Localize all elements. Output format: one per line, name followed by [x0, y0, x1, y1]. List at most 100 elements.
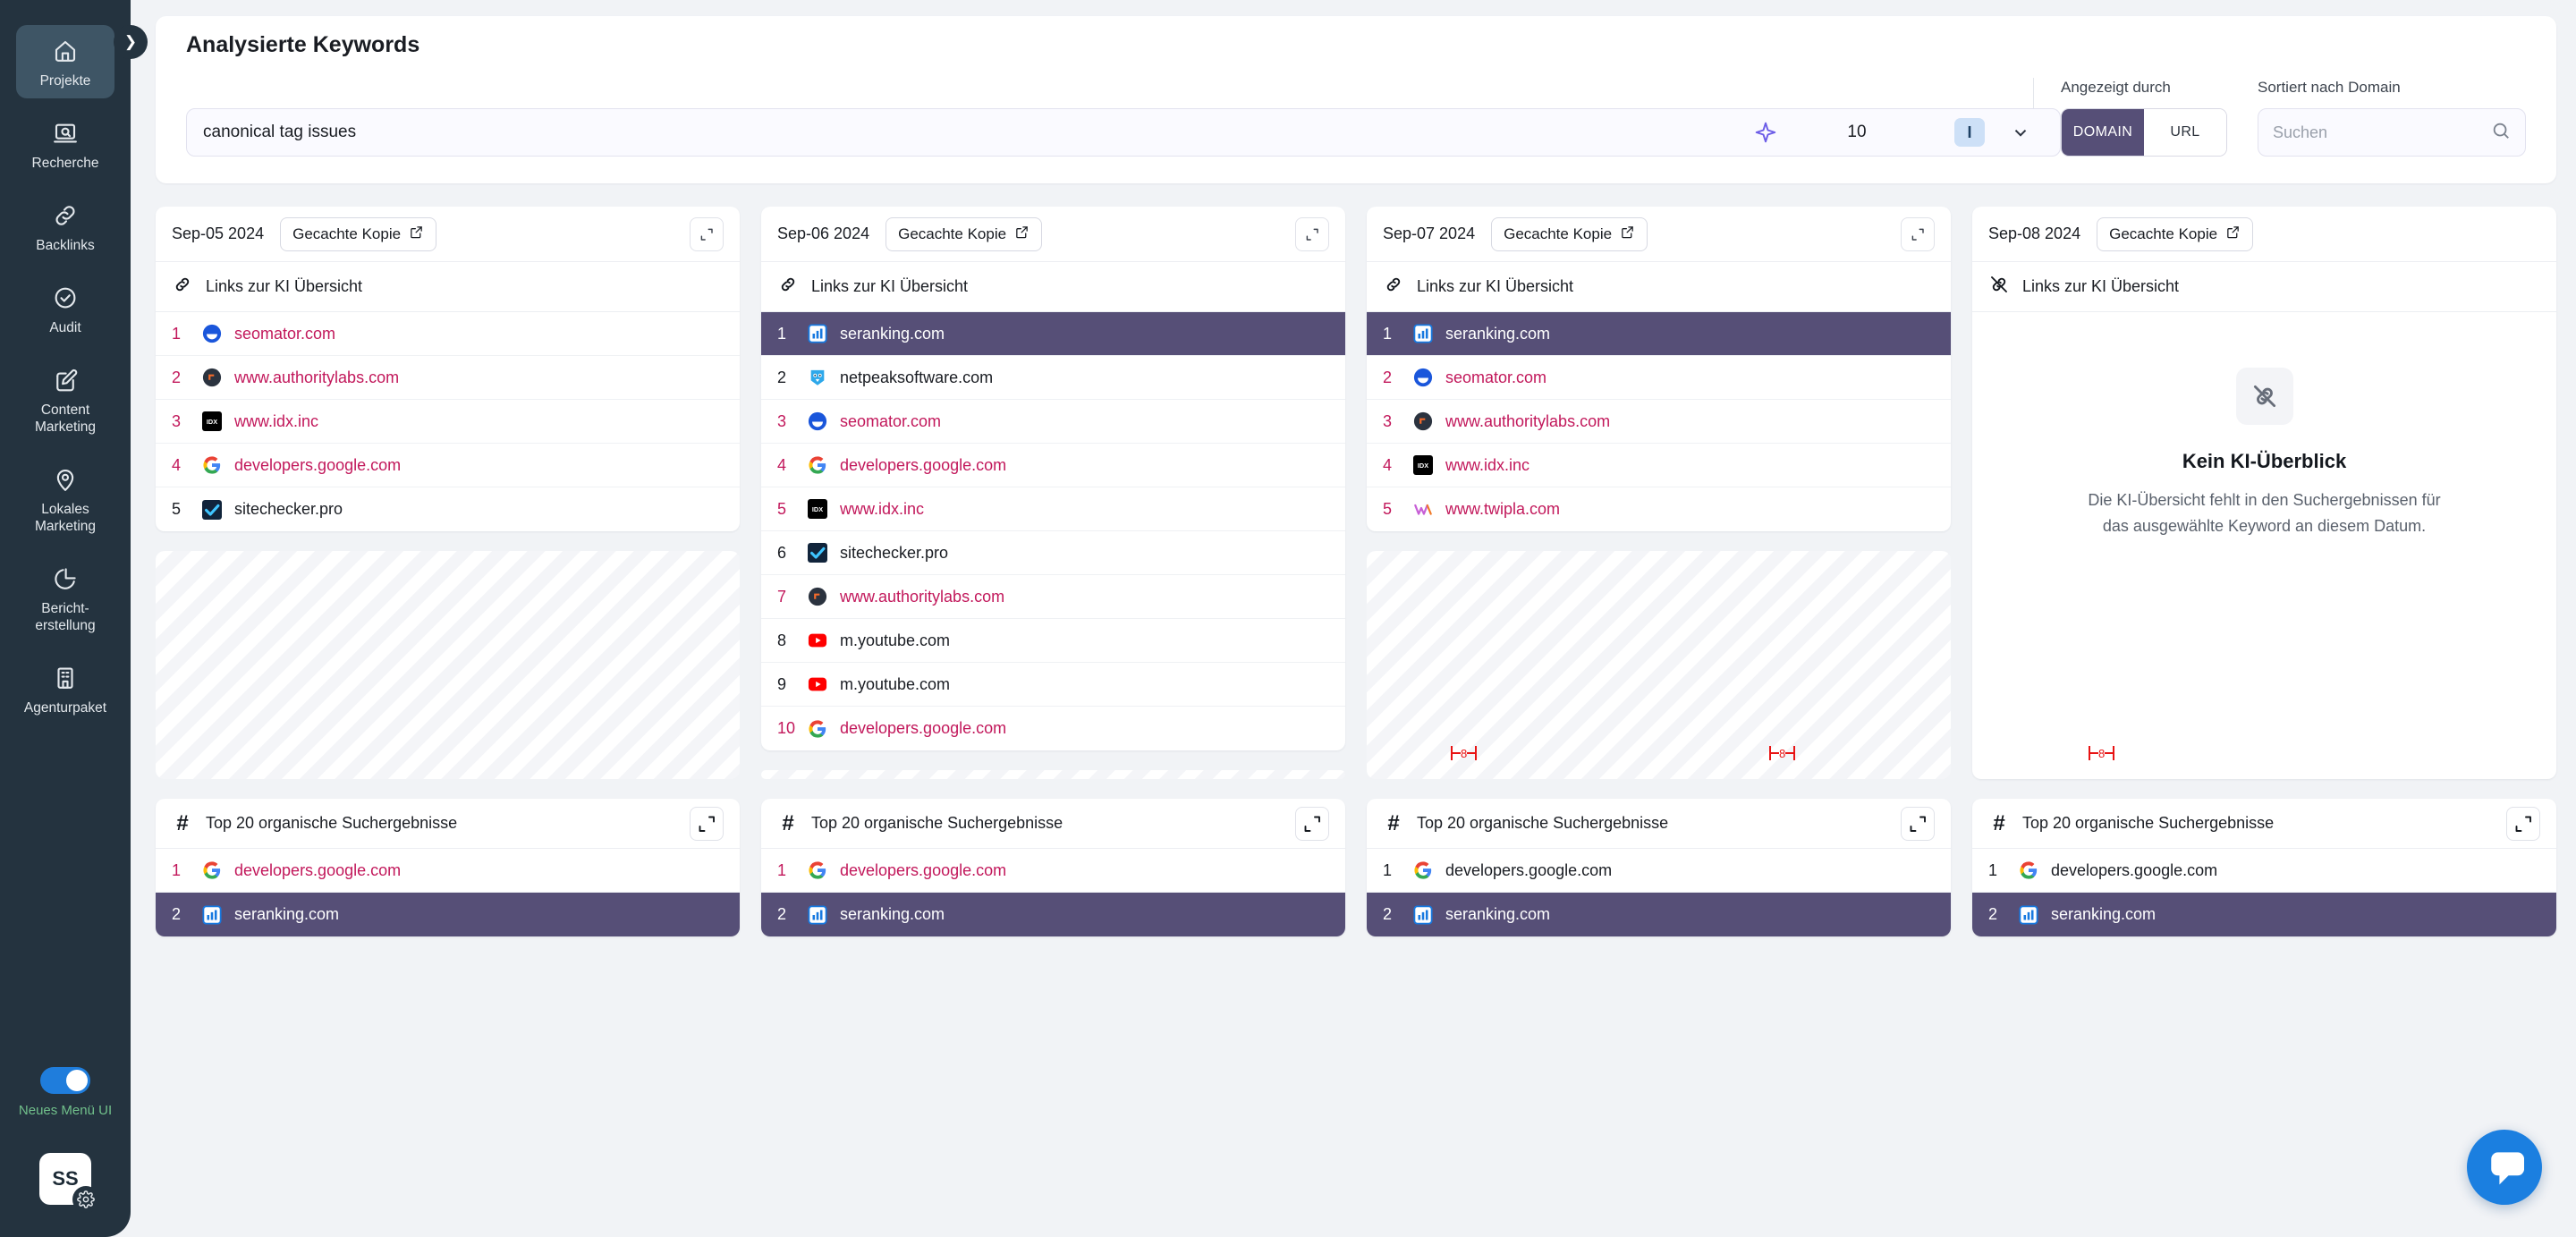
domain-link[interactable]: www.authoritylabs.com	[234, 369, 399, 387]
hash-icon: #	[176, 810, 189, 835]
table-row[interactable]: 2 seomator.com	[1367, 356, 1951, 400]
chevron-down-icon[interactable]	[1997, 123, 2044, 142]
domain-link[interactable]: www.idx.inc	[840, 500, 924, 519]
domain-link[interactable]: sitechecker.pro	[234, 500, 343, 519]
domain-search-box[interactable]	[2258, 108, 2526, 157]
sidebar-item-bericht-erstellung[interactable]: Bericht-erstellung	[16, 553, 114, 643]
expand-button[interactable]	[690, 216, 724, 251]
expand-button[interactable]	[690, 806, 724, 841]
cached-copy-button[interactable]: Gecachte Kopie	[886, 216, 1043, 251]
domain-link[interactable]: www.authoritylabs.com	[840, 588, 1004, 606]
table-row[interactable]: 1 developers.google.com	[1367, 849, 1951, 893]
domain-link[interactable]: seomator.com	[840, 412, 941, 431]
table-row[interactable]: 1 developers.google.com	[761, 849, 1345, 893]
domain-link[interactable]: seranking.com	[234, 905, 339, 924]
table-row[interactable]: 2 seranking.com	[1367, 893, 1951, 936]
segment-url[interactable]: URL	[2144, 109, 2226, 156]
domain-link[interactable]: www.twipla.com	[1445, 500, 1560, 519]
gear-icon[interactable]	[72, 1186, 99, 1213]
cached-copy-label: Gecachte Kopie	[292, 225, 402, 242]
link-icon	[777, 274, 799, 300]
domain-link[interactable]: seomator.com	[234, 325, 335, 343]
empty-state: Kein KI-Überblick Die KI-Übersicht fehlt …	[1972, 312, 2556, 779]
table-row[interactable]: 2 www.authoritylabs.com	[156, 356, 740, 400]
domain-link[interactable]: developers.google.com	[2051, 861, 2217, 880]
table-row[interactable]: 1 developers.google.com	[156, 849, 740, 893]
domain-link[interactable]: m.youtube.com	[840, 631, 950, 650]
sidebar-item-projekte[interactable]: Projekte	[16, 25, 114, 98]
domain-link[interactable]: seranking.com	[2051, 905, 2156, 924]
table-row[interactable]: 5 IDX www.idx.inc	[761, 487, 1345, 531]
expand-button[interactable]	[1295, 216, 1329, 251]
domain-link[interactable]: developers.google.com	[1445, 861, 1612, 880]
organic-section-header: # Top 20 organische Suchergebnisse	[156, 799, 740, 849]
sidebar-item-content-marketing[interactable]: Content Marketing	[16, 354, 114, 445]
table-row[interactable]: 3 www.authoritylabs.com	[1367, 400, 1951, 444]
domain-link[interactable]: seranking.com	[840, 325, 945, 343]
domain-link[interactable]: sitechecker.pro	[840, 544, 948, 563]
domain-link[interactable]: developers.google.com	[840, 861, 1006, 880]
sidebar-item-audit[interactable]: Audit	[16, 272, 114, 345]
expand-button[interactable]	[1295, 806, 1329, 841]
cached-copy-button[interactable]: Gecachte Kopie	[280, 216, 437, 251]
expand-button[interactable]	[1901, 216, 1935, 251]
table-row[interactable]: 2 seranking.com	[156, 893, 740, 936]
keyword-input[interactable]: canonical tag issues 10 I	[186, 108, 2061, 157]
cached-copy-button[interactable]: Gecachte Kopie	[1491, 216, 1648, 251]
table-row[interactable]: 4 developers.google.com	[761, 444, 1345, 487]
table-row[interactable]: 6 sitechecker.pro	[761, 531, 1345, 575]
table-row[interactable]: 5 sitechecker.pro	[156, 487, 740, 531]
table-row[interactable]: 4 developers.google.com	[156, 444, 740, 487]
link-icon	[50, 200, 80, 231]
sidebar-item-lokales-marketing[interactable]: Lokales Marketing	[16, 453, 114, 544]
domain-link[interactable]: developers.google.com	[840, 719, 1006, 738]
favicon-seranking-icon	[808, 324, 827, 343]
search-input[interactable]	[2273, 123, 2484, 142]
domain-link[interactable]: m.youtube.com	[840, 675, 950, 694]
displayed-by-segmented-control[interactable]: DOMAIN URL	[2061, 108, 2227, 157]
sparkle-icon[interactable]	[1754, 121, 1777, 144]
map-pin-icon	[50, 464, 80, 495]
domain-link[interactable]: developers.google.com	[234, 456, 401, 475]
domain-link[interactable]: www.authoritylabs.com	[1445, 412, 1610, 431]
table-row[interactable]: 7 www.authoritylabs.com	[761, 575, 1345, 619]
expand-button[interactable]	[2506, 806, 2540, 841]
segment-domain[interactable]: DOMAIN	[2062, 109, 2144, 156]
domain-link[interactable]: developers.google.com	[840, 456, 1006, 475]
table-row[interactable]: 1 seranking.com	[761, 312, 1345, 356]
link-icon	[172, 274, 193, 300]
sidebar-item-recherche[interactable]: Recherche	[16, 107, 114, 181]
table-row[interactable]: 4 IDX www.idx.inc	[1367, 444, 1951, 487]
domain-link[interactable]: netpeaksoftware.com	[840, 369, 993, 387]
new-menu-ui-toggle[interactable]	[40, 1067, 90, 1094]
table-row[interactable]: 10 developers.google.com	[761, 707, 1345, 750]
domain-link[interactable]: seranking.com	[840, 905, 945, 924]
domain-link[interactable]: www.idx.inc	[1445, 456, 1530, 475]
table-row[interactable]: 1 seomator.com	[156, 312, 740, 356]
sidebar-collapse-button[interactable]: ❯	[114, 25, 148, 59]
domain-link[interactable]: www.idx.inc	[234, 412, 318, 431]
domain-link[interactable]: seranking.com	[1445, 905, 1550, 924]
table-row[interactable]: 2 netpeaksoftware.com	[761, 356, 1345, 400]
domain-link[interactable]: seranking.com	[1445, 325, 1550, 343]
table-row[interactable]: 9 m.youtube.com	[761, 663, 1345, 707]
table-row[interactable]: 2 seranking.com	[1972, 893, 2556, 936]
table-row[interactable]: 3 seomator.com	[761, 400, 1345, 444]
keyword-column: Sep-06 2024 Gecachte Kopie Links zur KI Üb…	[761, 207, 1345, 936]
table-row[interactable]: 1 developers.google.com	[1972, 849, 2556, 893]
favicon-seranking-icon	[1413, 324, 1433, 343]
chat-bubble-button[interactable]	[2467, 1130, 2542, 1205]
search-intent-badge[interactable]: I	[1954, 118, 1985, 147]
table-row[interactable]: 2 seranking.com	[761, 893, 1345, 936]
rank-cell: 1	[172, 860, 182, 879]
domain-link[interactable]: seomator.com	[1445, 369, 1546, 387]
expand-button[interactable]	[1901, 806, 1935, 841]
table-row[interactable]: 5 www.twipla.com	[1367, 487, 1951, 531]
cached-copy-button[interactable]: Gecachte Kopie	[2097, 216, 2254, 251]
domain-link[interactable]: developers.google.com	[234, 861, 401, 880]
sidebar-item-backlinks[interactable]: Backlinks	[16, 190, 114, 263]
sidebar-item-agenturpaket[interactable]: Agenturpaket	[16, 652, 114, 725]
table-row[interactable]: 8 m.youtube.com	[761, 619, 1345, 663]
table-row[interactable]: 1 seranking.com	[1367, 312, 1951, 356]
table-row[interactable]: 3 IDX www.idx.inc	[156, 400, 740, 444]
